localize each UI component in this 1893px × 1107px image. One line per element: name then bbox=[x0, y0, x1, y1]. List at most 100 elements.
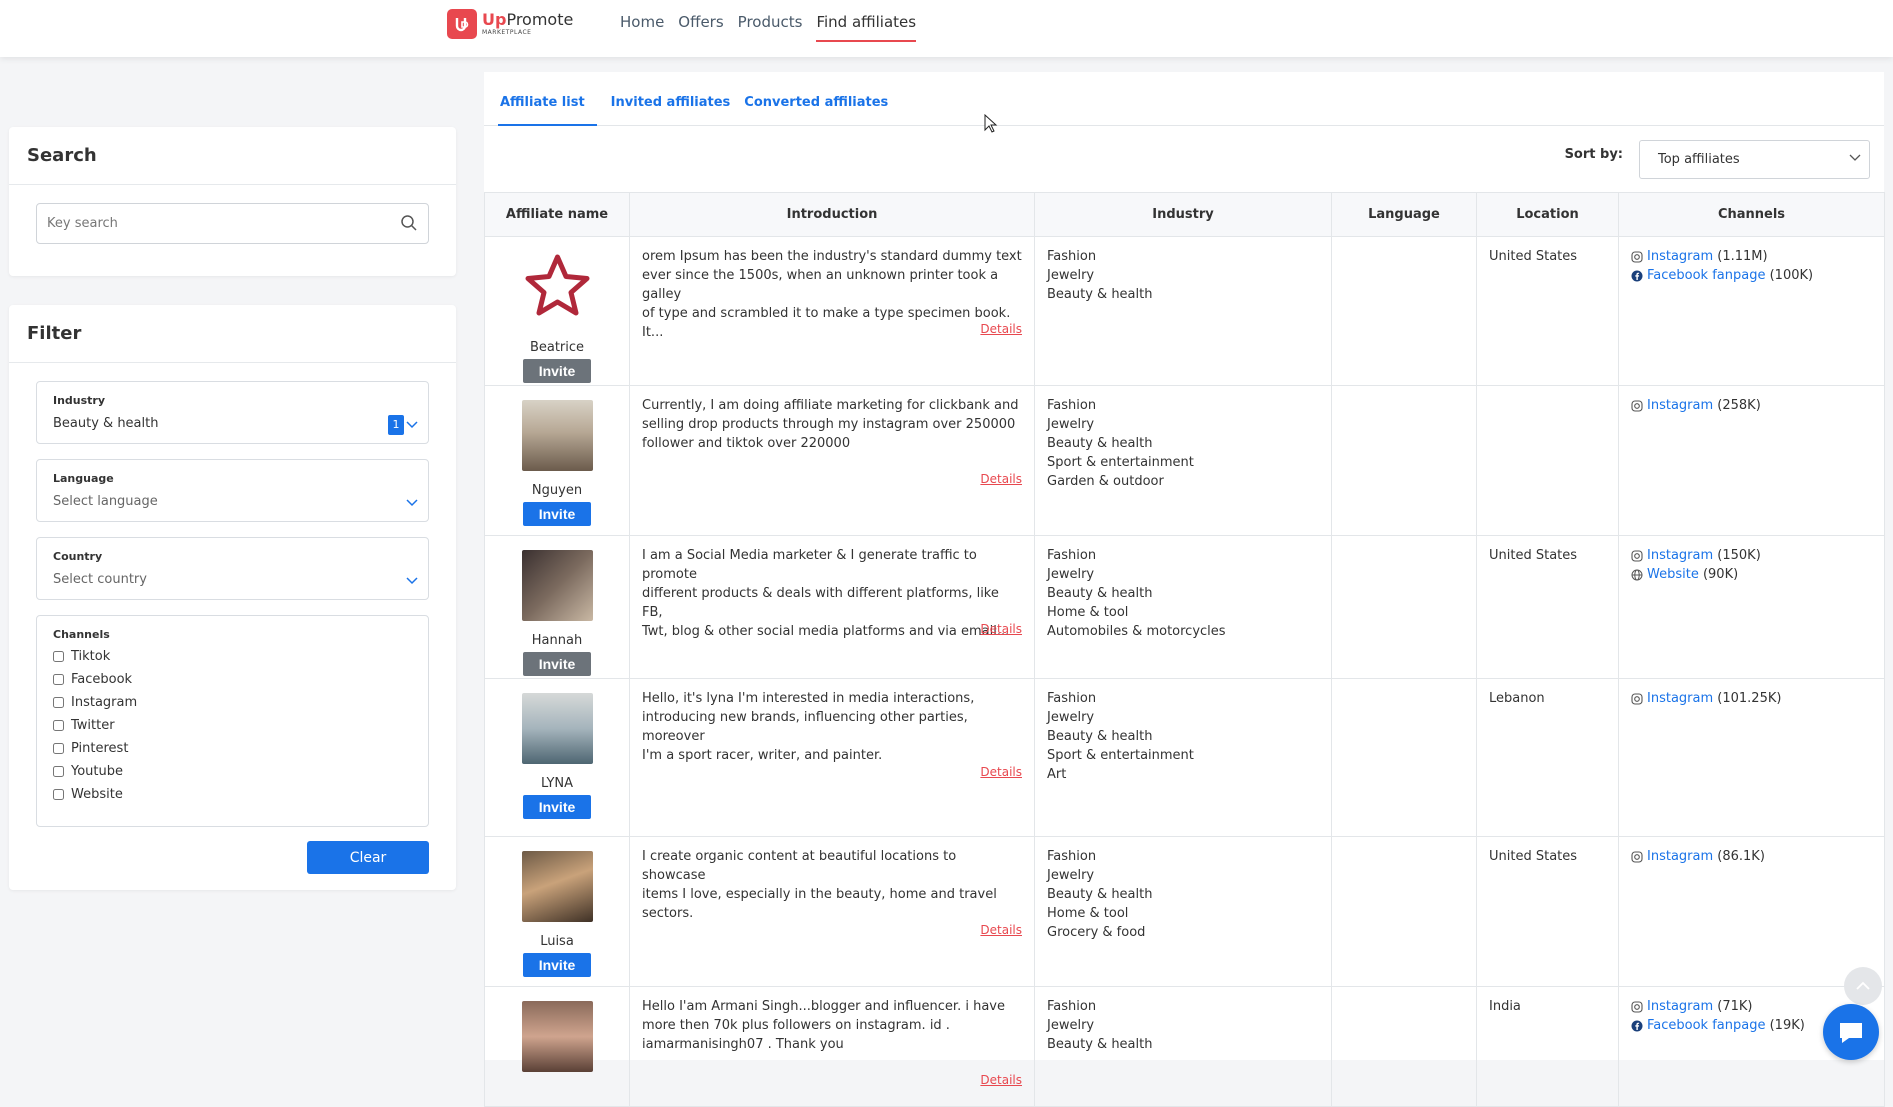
checkbox[interactable] bbox=[53, 719, 64, 731]
chevron-down-icon bbox=[1849, 154, 1861, 161]
channel-option-youtube[interactable]: Youtube bbox=[53, 763, 412, 779]
channel-option-twitter[interactable]: Twitter bbox=[53, 717, 412, 733]
checkbox[interactable] bbox=[53, 673, 64, 685]
affiliate-name: Luisa bbox=[540, 934, 574, 949]
avatar bbox=[521, 400, 593, 471]
country-select[interactable]: Country Select country bbox=[36, 537, 429, 600]
details-link[interactable]: Details bbox=[980, 921, 1022, 940]
nav-offers[interactable]: Offers bbox=[678, 0, 723, 42]
channel-count: (101.25K) bbox=[1717, 691, 1782, 706]
brand-logo[interactable]: UpPromote MARKETPLACE bbox=[447, 9, 573, 39]
search-input[interactable] bbox=[37, 204, 428, 243]
search-box bbox=[36, 203, 429, 244]
channel-count: (71K) bbox=[1717, 999, 1753, 1014]
affiliate-name-cell: Beatrice Invite bbox=[484, 236, 630, 386]
channel-link[interactable]: Facebook fanpage bbox=[1647, 266, 1765, 285]
checkbox[interactable] bbox=[53, 696, 64, 708]
affiliate-table: Affiliate name Introduction Industry Lan… bbox=[484, 192, 1885, 1107]
channel-option-instagram[interactable]: Instagram bbox=[53, 694, 412, 710]
channel-link[interactable]: Instagram bbox=[1647, 997, 1713, 1016]
invite-button[interactable]: Invite bbox=[523, 795, 591, 819]
facebook-icon bbox=[1631, 1020, 1643, 1031]
details-link[interactable]: Details bbox=[980, 1071, 1022, 1090]
intro-line: more then 70k plus followers on instagra… bbox=[642, 1018, 950, 1033]
search-title: Search bbox=[9, 127, 456, 185]
channel-count: (86.1K) bbox=[1717, 849, 1765, 864]
details-link[interactable]: Details bbox=[980, 470, 1022, 489]
channel-option-tiktok[interactable]: Tiktok bbox=[53, 648, 412, 664]
affiliate-name: Beatrice bbox=[529, 340, 585, 355]
details-link[interactable]: Details bbox=[980, 320, 1022, 339]
header-affiliate-name: Affiliate name bbox=[484, 192, 630, 237]
checkbox[interactable] bbox=[53, 788, 64, 800]
intro-line: of type and scrambled it to make a type … bbox=[642, 306, 1011, 340]
channel-link[interactable]: Instagram bbox=[1647, 546, 1713, 565]
channel-entry: Instagram (258K) bbox=[1631, 396, 1872, 415]
affiliate-name: Hannah bbox=[531, 633, 583, 648]
nav-find-affiliates[interactable]: Find affiliates bbox=[816, 0, 917, 42]
table-row: Nguyen Invite Currently, I am doing affili… bbox=[484, 385, 1885, 536]
channel-entry: Facebook fanpage (100K) bbox=[1631, 266, 1872, 285]
language-cell bbox=[1331, 986, 1477, 1107]
tab-converted-affiliates[interactable]: Converted affiliates bbox=[744, 72, 888, 126]
search-panel: Search bbox=[9, 127, 456, 276]
invite-button[interactable]: Invite bbox=[523, 502, 591, 526]
industry-select[interactable]: Industry Beauty & health 1 bbox=[36, 381, 429, 444]
channel-link[interactable]: Instagram bbox=[1647, 847, 1713, 866]
channel-link[interactable]: Instagram bbox=[1647, 247, 1713, 266]
tab-invited-affiliates[interactable]: Invited affiliates bbox=[611, 72, 731, 126]
table-row: Hannah Invite I am a Social Media marketer… bbox=[484, 535, 1885, 679]
nav-products[interactable]: Products bbox=[738, 0, 803, 42]
industry-item: Jewelry bbox=[1047, 1018, 1095, 1033]
industry-item: Fashion bbox=[1047, 999, 1097, 1014]
industry-item: Fashion bbox=[1047, 249, 1097, 264]
clear-button[interactable]: Clear bbox=[307, 841, 429, 874]
details-link[interactable]: Details bbox=[980, 763, 1022, 782]
language-select[interactable]: Language Select language bbox=[36, 459, 429, 522]
affiliate-name-cell: LYNA Invite bbox=[484, 678, 630, 837]
sort-select[interactable]: Top affiliates bbox=[1639, 140, 1870, 179]
industry-item: Beauty & health bbox=[1047, 436, 1153, 451]
chat-button[interactable] bbox=[1823, 1004, 1879, 1060]
industry-item: Jewelry bbox=[1047, 567, 1095, 582]
scroll-to-top-button[interactable] bbox=[1844, 967, 1882, 1005]
channel-count: (258K) bbox=[1717, 398, 1761, 413]
checkbox[interactable] bbox=[53, 742, 64, 754]
channel-option-label: Instagram bbox=[71, 694, 138, 710]
location-cell: United States bbox=[1476, 236, 1619, 386]
language-label: Language bbox=[53, 472, 114, 485]
instagram-icon bbox=[1631, 549, 1643, 562]
channel-link[interactable]: Instagram bbox=[1647, 689, 1713, 708]
checkbox[interactable] bbox=[53, 650, 64, 662]
tab-affiliate-list[interactable]: Affiliate list bbox=[498, 72, 597, 126]
channel-link[interactable]: Facebook fanpage bbox=[1647, 1016, 1765, 1035]
affiliate-name-cell: Hannah Invite bbox=[484, 535, 630, 679]
invite-button[interactable]: Invite bbox=[523, 359, 591, 383]
nav-home[interactable]: Home bbox=[620, 0, 664, 42]
industry-count-badge: 1 bbox=[388, 415, 404, 435]
checkbox[interactable] bbox=[53, 765, 64, 777]
channel-link[interactable]: Website bbox=[1647, 565, 1699, 584]
invite-button[interactable]: Invite bbox=[523, 953, 591, 977]
industry-cell: Fashion Jewelry Beauty & health Home & tool… bbox=[1034, 535, 1332, 679]
introduction-cell: Hello, it's lyna I'm interested in media… bbox=[629, 678, 1035, 837]
location-cell: United States bbox=[1476, 836, 1619, 987]
intro-line: items I love, especially in the beauty, … bbox=[642, 887, 997, 902]
search-icon[interactable] bbox=[400, 214, 418, 232]
industry-item: Garden & outdoor bbox=[1047, 474, 1164, 489]
intro-line: Hello, it's lyna I'm interested in media… bbox=[642, 691, 975, 706]
invite-button[interactable]: Invite bbox=[523, 652, 591, 676]
intro-line: Twt, blog & other social media platforms… bbox=[642, 624, 1010, 639]
channel-entry: Website (90K) bbox=[1631, 565, 1872, 584]
channel-option-pinterest[interactable]: Pinterest bbox=[53, 740, 412, 756]
channel-option-website[interactable]: Website bbox=[53, 786, 412, 802]
industry-value: Beauty & health bbox=[53, 416, 159, 431]
channel-option-facebook[interactable]: Facebook bbox=[53, 671, 412, 687]
intro-line: I create organic content at beautiful lo… bbox=[642, 849, 957, 883]
details-link[interactable]: Details bbox=[980, 620, 1022, 639]
table-row: LYNA Invite Hello, it's lyna I'm intereste… bbox=[484, 678, 1885, 837]
table-header-row: Affiliate name Introduction Industry Lan… bbox=[484, 192, 1885, 237]
channel-link[interactable]: Instagram bbox=[1647, 396, 1713, 415]
channel-count: (19K) bbox=[1769, 1018, 1805, 1033]
industry-item: Jewelry bbox=[1047, 268, 1095, 283]
